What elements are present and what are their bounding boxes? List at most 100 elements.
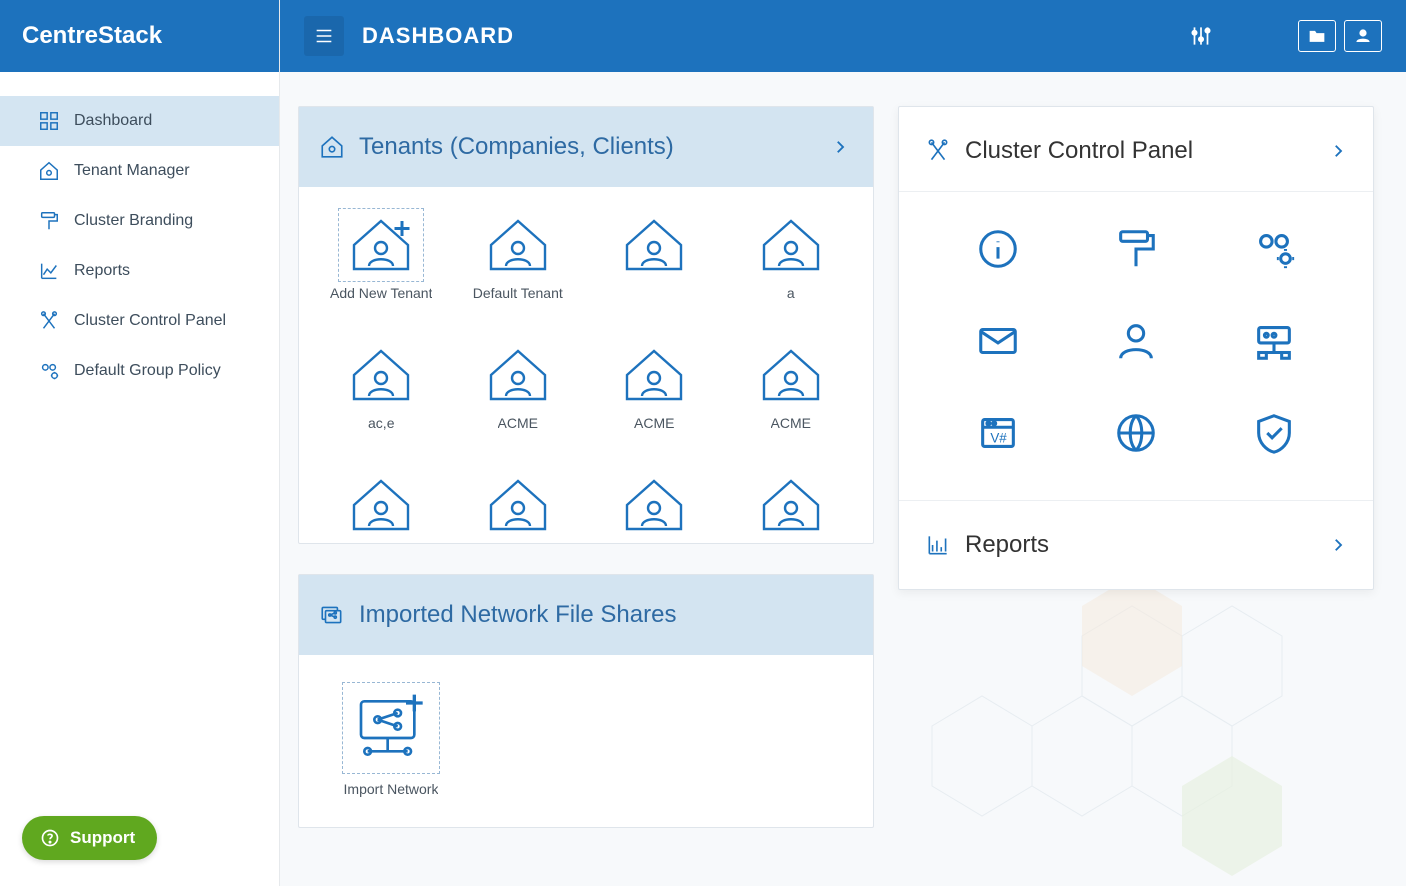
tenant-tile[interactable] [321,475,442,543]
sidebar-item-dashboard[interactable]: Dashboard [0,96,279,146]
network-shares-title: Imported Network File Shares [359,601,849,629]
tenant-tile[interactable]: ACME [731,345,852,431]
chevron-right-icon[interactable] [1329,142,1347,160]
shield-check-icon [1250,410,1298,456]
group-gear-icon [38,360,60,382]
brand-title: CentreStack [0,0,279,72]
sidebar-item-label: Cluster Control Panel [74,312,226,330]
tenant-house-icon [755,475,827,535]
header-bar: DASHBOARD [280,0,1406,72]
cluster-icon-grid: V# [899,192,1373,501]
tenant-house-icon [618,215,690,275]
tenant-house-icon [345,475,417,535]
tenant-label: Default Tenant [473,285,563,301]
tenant-house-icon [755,215,827,275]
chevron-right-icon[interactable] [831,138,849,156]
tenant-tile[interactable] [594,475,715,543]
svg-text:V#: V# [990,431,1007,446]
cluster-branding-button[interactable] [1077,226,1195,272]
tenant-house-icon [319,134,345,160]
network-folder-plus-icon [345,685,437,771]
tools-icon [925,138,951,164]
tenant-label: Add New Tenant [330,285,432,301]
mail-icon [974,318,1022,364]
tenant-label: ACME [634,415,674,431]
reports-row[interactable]: Reports [899,501,1373,589]
import-network-label: Import Network [344,781,439,797]
chart-icon [925,532,951,558]
tenant-house-icon [345,215,417,275]
sidebar-item-label: Default Group Policy [74,362,221,380]
support-button[interactable]: Support [22,816,157,860]
tenant-tile[interactable]: ACME [594,345,715,431]
tenants-panel: Tenants (Companies, Clients) Add New Ten… [298,106,874,544]
sidebar-item-default-group-policy[interactable]: Default Group Policy [0,346,279,396]
header-folder-button[interactable] [1298,20,1336,52]
user-icon [1112,318,1160,364]
cluster-panel-header[interactable]: Cluster Control Panel [899,107,1373,192]
tenant-tile[interactable]: ac,e [321,345,442,431]
chart-icon [38,260,60,282]
group-gear-icon [1250,226,1298,272]
menu-toggle-button[interactable] [304,16,344,56]
server-stack-icon [1250,318,1298,364]
sidebar: CentreStack Dashboard Tenant Manager Clu… [0,0,280,886]
sidebar-item-tenant-manager[interactable]: Tenant Manager [0,146,279,196]
paint-roller-icon [38,210,60,232]
sidebar-item-cluster-branding[interactable]: Cluster Branding [0,196,279,246]
tools-icon [38,310,60,332]
tenant-house-icon [482,475,554,535]
tenant-house-icon [755,345,827,405]
brand-label: CentreStack [22,22,162,50]
tenant-house-icon [482,345,554,405]
header-user-button[interactable] [1344,20,1382,52]
tenant-house-icon [618,345,690,405]
cluster-server-button[interactable] [1215,318,1333,364]
header-settings-button[interactable] [1182,17,1220,55]
sidebar-item-reports[interactable]: Reports [0,246,279,296]
folder-icon [1307,27,1327,45]
page-title: DASHBOARD [362,23,514,49]
tenant-tile[interactable] [458,475,579,543]
tenant-tile[interactable]: ACME [458,345,579,431]
chevron-right-icon[interactable] [1329,536,1347,554]
main-content: Tenants (Companies, Clients) Add New Ten… [280,72,1392,886]
info-icon [974,226,1022,272]
tenants-grid: Add New Tenant Default Tenant a ac,e [321,215,851,543]
sidebar-item-label: Reports [74,262,130,280]
cluster-admin-button[interactable] [1077,318,1195,364]
network-shares-panel: Imported Network File Shares Import Netw… [298,574,874,828]
help-circle-icon [40,828,60,848]
tenant-label: a [787,285,795,301]
paint-roller-icon [1112,226,1160,272]
network-shares-header: Imported Network File Shares [299,575,873,655]
add-new-tenant-button[interactable]: Add New Tenant [321,215,442,301]
cluster-info-button[interactable] [939,226,1057,272]
sidebar-item-label: Dashboard [74,112,152,130]
tenant-tile[interactable]: Default Tenant [458,215,579,301]
tenant-tile[interactable]: a [731,215,852,301]
tenants-scroll-area[interactable]: Add New Tenant Default Tenant a ac,e [299,187,873,543]
support-label: Support [70,828,135,848]
sidebar-item-cluster-control-panel[interactable]: Cluster Control Panel [0,296,279,346]
cluster-group-policy-button[interactable] [1215,226,1333,272]
tenant-tile[interactable] [594,215,715,301]
cluster-languages-button[interactable] [1077,410,1195,456]
cluster-version-button[interactable]: V# [939,410,1057,456]
cluster-security-button[interactable] [1215,410,1333,456]
reports-title: Reports [965,531,1315,559]
tenant-label: ac,e [368,415,394,431]
globe-icon [1112,410,1160,456]
tenant-house-icon [38,160,60,182]
import-network-share-button[interactable]: Import Network [321,685,461,797]
share-stack-icon [319,602,345,628]
tenant-label: ACME [498,415,538,431]
tenants-panel-header[interactable]: Tenants (Companies, Clients) [299,107,873,187]
version-window-icon: V# [974,410,1022,456]
tenant-house-icon [618,475,690,535]
user-icon [1353,27,1373,45]
tenant-tile[interactable] [731,475,852,543]
cluster-mail-button[interactable] [939,318,1057,364]
cluster-panel-title: Cluster Control Panel [965,137,1315,165]
grid-icon [38,110,60,132]
